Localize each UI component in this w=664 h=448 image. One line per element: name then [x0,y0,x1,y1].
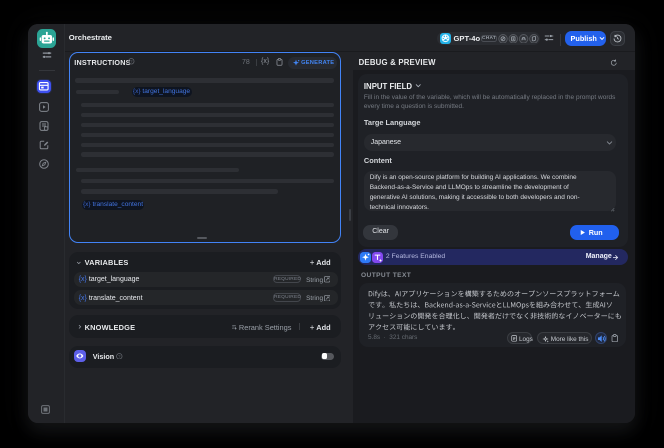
svg-text:?: ? [130,59,133,64]
svg-text:?: ? [118,353,121,358]
